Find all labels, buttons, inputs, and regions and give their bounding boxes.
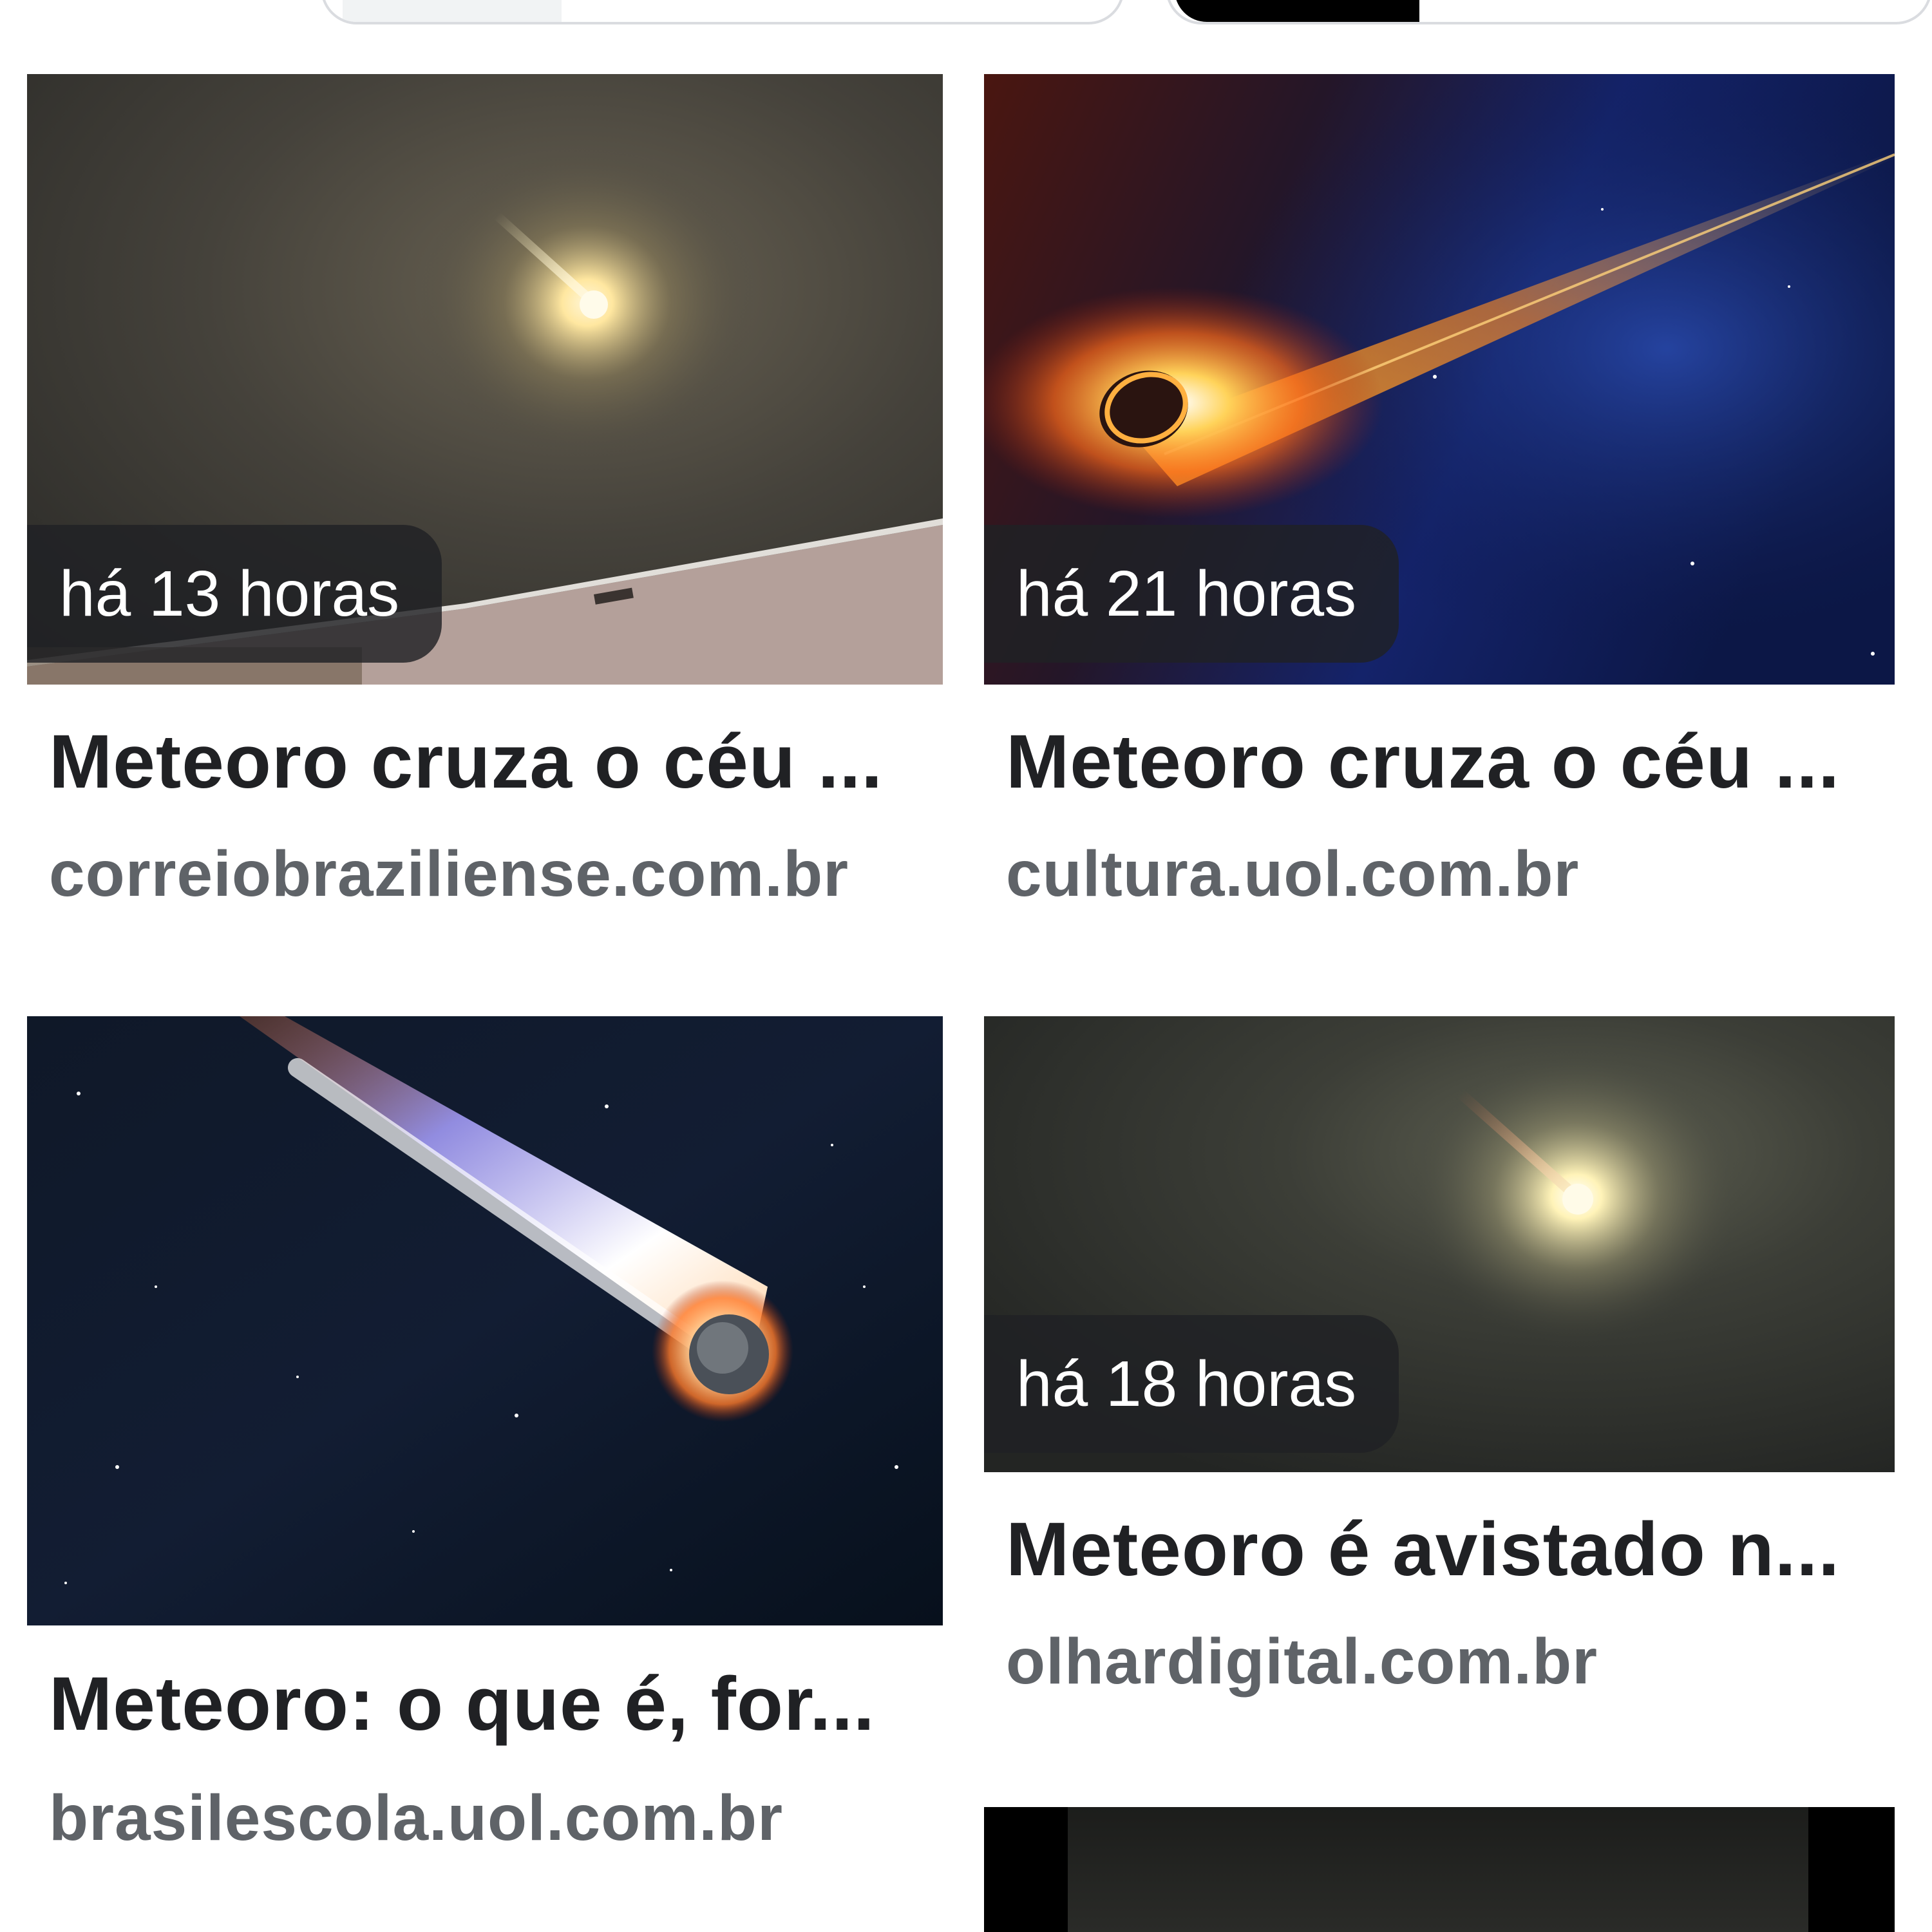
result-thumbnail[interactable]: há 18 horas	[984, 1016, 1895, 1472]
time-badge: há 21 horas	[984, 525, 1399, 663]
comet-illustration	[27, 1016, 943, 1625]
result-title[interactable]: Meteoro cruza o céu ...	[49, 718, 931, 806]
result-title[interactable]: Meteoro: o que é, for...	[49, 1660, 931, 1748]
image-result-card[interactable]: Meteoro: o que é, for... brasilescola.uo…	[27, 1016, 943, 1854]
result-title[interactable]: Meteoro cruza o céu ...	[1006, 718, 1888, 806]
time-badge: há 18 horas	[984, 1315, 1399, 1453]
image-result-card[interactable]: há 21 horas Meteoro cruza o céu ... cult…	[984, 74, 1895, 910]
result-source[interactable]: cultura.uol.com.br	[1006, 837, 1579, 911]
result-thumbnail[interactable]	[984, 1807, 1895, 1932]
result-source[interactable]: correiobraziliense.com.br	[49, 837, 849, 911]
result-source[interactable]: olhardigital.com.br	[1006, 1625, 1598, 1699]
time-badge: há 13 horas	[27, 525, 442, 663]
image-result-card[interactable]	[984, 1807, 1895, 1932]
image-result-card[interactable]: há 13 horas Meteoro cruza o céu ... corr…	[27, 74, 943, 910]
result-thumbnail[interactable]	[27, 1016, 943, 1625]
chip-thumbnail	[1175, 0, 1419, 22]
image-result-card[interactable]: há 18 horas Meteoro é avistado n... olha…	[984, 1016, 1895, 1698]
result-thumbnail[interactable]: há 13 horas	[27, 74, 943, 685]
chip-thumbnail	[343, 0, 562, 22]
result-thumbnail[interactable]: há 21 horas	[984, 74, 1895, 685]
related-search-chip[interactable]	[1166, 0, 1932, 24]
result-title[interactable]: Meteoro é avistado n...	[1006, 1506, 1888, 1593]
result-source[interactable]: brasilescola.uol.com.br	[49, 1781, 783, 1855]
video-thumbnail	[984, 1807, 1895, 1932]
related-search-chip[interactable]	[321, 0, 1124, 24]
